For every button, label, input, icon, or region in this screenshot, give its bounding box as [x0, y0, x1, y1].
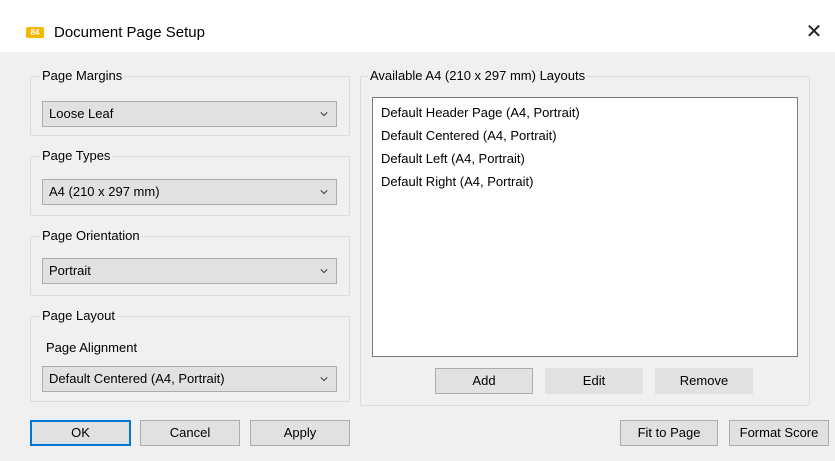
page-orientation-value: Portrait: [49, 263, 91, 278]
layouts-label: Available A4 (210 x 297 mm) Layouts: [368, 68, 588, 83]
page-orientation-select[interactable]: Portrait: [42, 258, 337, 284]
edit-button[interactable]: Edit: [545, 368, 643, 394]
list-item[interactable]: Default Right (A4, Portrait): [381, 174, 533, 189]
page-types-select[interactable]: A4 (210 x 297 mm): [42, 179, 337, 205]
app-logo-icon: 84: [26, 27, 44, 38]
apply-button[interactable]: Apply: [250, 420, 350, 446]
chevron-down-icon: [320, 112, 328, 117]
page-layout-label: Page Layout: [40, 308, 118, 323]
page-margins-label: Page Margins: [40, 68, 125, 83]
cancel-button[interactable]: Cancel: [140, 420, 240, 446]
chevron-down-icon: [320, 269, 328, 274]
page-alignment-select[interactable]: Default Centered (A4, Portrait): [42, 366, 337, 392]
title-bar: 84 Document Page Setup ✕: [0, 0, 835, 52]
window-title: Document Page Setup: [54, 24, 205, 41]
layouts-listbox[interactable]: Default Header Page (A4, Portrait) Defau…: [372, 97, 798, 357]
close-button[interactable]: ✕: [796, 16, 832, 48]
add-button[interactable]: Add: [435, 368, 533, 394]
list-item[interactable]: Default Left (A4, Portrait): [381, 151, 525, 166]
page-alignment-label: Page Alignment: [46, 340, 138, 355]
format-score-button[interactable]: Format Score: [729, 420, 829, 446]
page-alignment-value: Default Centered (A4, Portrait): [49, 371, 225, 386]
page-types-value: A4 (210 x 297 mm): [49, 184, 160, 199]
remove-button[interactable]: Remove: [655, 368, 753, 394]
page-margins-value: Loose Leaf: [49, 106, 114, 121]
list-item[interactable]: Default Header Page (A4, Portrait): [381, 105, 580, 120]
page-margins-select[interactable]: Loose Leaf: [42, 101, 337, 127]
fit-to-page-button[interactable]: Fit to Page: [620, 420, 718, 446]
chevron-down-icon: [320, 377, 328, 382]
ok-button[interactable]: OK: [30, 420, 131, 446]
close-icon: ✕: [805, 21, 823, 43]
page-types-label: Page Types: [40, 148, 113, 163]
page-orientation-label: Page Orientation: [40, 228, 142, 243]
chevron-down-icon: [320, 190, 328, 195]
list-item[interactable]: Default Centered (A4, Portrait): [381, 128, 557, 143]
